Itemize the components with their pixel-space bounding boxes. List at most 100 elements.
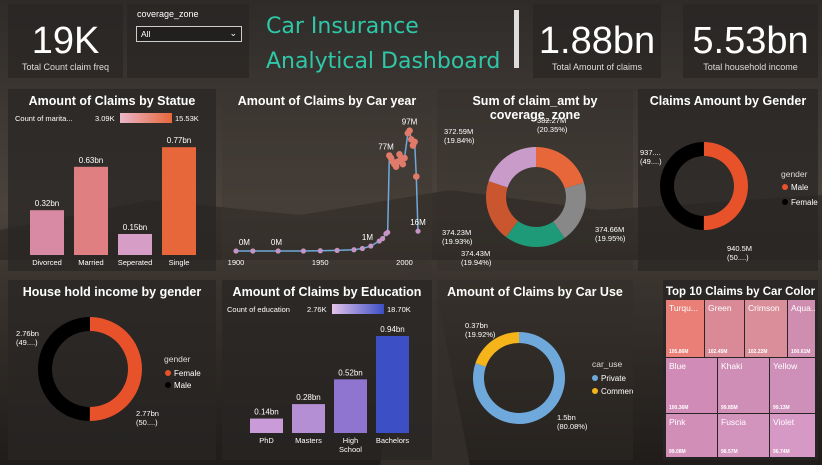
treemap-tile: Turqu... 105.86M bbox=[666, 300, 704, 357]
gender-slice bbox=[703, 142, 748, 230]
car-color-treemap: Turqu... 105.86M Green 102.45M Crimson 102.22… bbox=[666, 300, 816, 458]
zone-slice-label: (20.35%) bbox=[537, 125, 568, 134]
use-slice-label: 1.5bn bbox=[557, 413, 576, 422]
edu-data-label: 0.94bn bbox=[380, 325, 404, 334]
income-legend-title: gender bbox=[164, 354, 191, 364]
gender-slice-label: 937.... bbox=[640, 148, 661, 157]
year-annotation: 0M bbox=[239, 238, 250, 247]
dashboard-title: Car Insurance Analytical Dashboard bbox=[252, 4, 510, 78]
edu-category-label: PhD bbox=[259, 436, 274, 445]
treemap-tile-value: 100.61M bbox=[791, 349, 811, 355]
kpi-claim-count-card: 19K Total Count claim freq bbox=[8, 4, 123, 78]
kpi-household-income-card: 5.53bn Total household income bbox=[683, 4, 818, 78]
zone-slice-label: 382.27M bbox=[537, 116, 566, 125]
gender-legend-label: Male bbox=[791, 183, 809, 192]
treemap-tile-value: 98.57M bbox=[721, 449, 738, 455]
year-x-tick: 1900 bbox=[228, 258, 245, 267]
year-x-tick: 1950 bbox=[312, 258, 329, 267]
zone-slice-label: 374.23M bbox=[442, 228, 471, 237]
chart-claims-by-car-use: Amount of Claims by Car Use 1.5bn (80.08%… bbox=[437, 280, 633, 460]
treemap-tile-value: 102.22M bbox=[748, 349, 768, 355]
treemap-tile: Yellow 99.13M bbox=[770, 358, 815, 413]
income-slice bbox=[89, 317, 143, 421]
slicer-dropdown[interactable]: All ⌄ bbox=[136, 26, 242, 42]
year-point bbox=[351, 247, 357, 253]
treemap-tile: Fuscia 98.57M bbox=[718, 414, 769, 457]
statue-bar bbox=[162, 147, 196, 255]
chart-claims-by-car-year: Amount of Claims by Car year 0M 0M 1M 77M 97… bbox=[222, 89, 432, 271]
kpi-claim-count-label: Total Count claim freq bbox=[21, 62, 110, 72]
statue-category-label: Seperated bbox=[118, 258, 153, 267]
gender-slice-label: (49....) bbox=[640, 157, 662, 166]
year-point bbox=[300, 248, 307, 254]
claims-by-gender-svg: 940.5M(50....) 937....(49....) gender Male F… bbox=[640, 142, 818, 262]
claims-by-statue-svg: Count of marita... 3.09K 15.53K 0.32bn Divor… bbox=[15, 113, 199, 267]
year-x-tick: 2000 bbox=[396, 258, 413, 267]
income-slice-label: (50....) bbox=[136, 418, 158, 427]
use-legend-title: car_use bbox=[592, 359, 623, 369]
slicer-label: coverage_zone bbox=[137, 9, 199, 19]
treemap-tile-name: Violet bbox=[773, 417, 795, 427]
kpi-amount-claims-value: 1.88bn bbox=[538, 20, 656, 62]
year-point bbox=[413, 173, 420, 180]
income-slice-label: 2.77bn bbox=[136, 409, 159, 418]
dashboard-title-line1: Car Insurance bbox=[266, 14, 419, 39]
use-legend-label: Private bbox=[601, 374, 626, 383]
treemap-tile-value: 99.08M bbox=[669, 449, 686, 455]
edu-data-label: 0.14bn bbox=[254, 408, 278, 417]
income-by-gender-svg: 2.77bn(50....) 2.76bn(49....) gender Female… bbox=[16, 317, 201, 427]
year-point bbox=[399, 160, 407, 168]
title-divider bbox=[514, 10, 519, 68]
edu-bar bbox=[250, 418, 283, 433]
year-annotation: 0M bbox=[271, 238, 282, 247]
treemap-tile: Pink 99.08M bbox=[666, 414, 717, 457]
year-annotation: 97M bbox=[402, 118, 418, 127]
treemap-tile: Khaki 99.85M bbox=[718, 358, 769, 413]
zone-slice-label: 374.66M bbox=[595, 225, 624, 234]
statue-bar bbox=[74, 166, 108, 255]
statue-legend-gradient bbox=[120, 113, 172, 123]
treemap-tile-value: 105.86M bbox=[669, 349, 689, 355]
income-slice bbox=[38, 317, 90, 421]
zone-slice-label: (19.95%) bbox=[595, 234, 626, 243]
kpi-amount-claims-label: Total Amount of claims bbox=[551, 62, 643, 72]
gender-legend-marker bbox=[782, 184, 788, 190]
treemap-tile-name: Khaki bbox=[721, 361, 743, 371]
chart-sum-claim-amt-by-zone: Sum of claim_amt by coverage_zone 382.27… bbox=[437, 89, 633, 271]
gender-legend-title: gender bbox=[781, 169, 808, 179]
treemap-tile-name: Yellow bbox=[773, 361, 798, 371]
edu-legend-label: Count of education bbox=[227, 305, 290, 314]
chart-claims-by-statue: Amount of Claims by Statue Count of mari… bbox=[8, 89, 216, 271]
treemap-tile: Green 102.45M bbox=[705, 300, 744, 357]
income-slice-label: 2.76bn bbox=[16, 329, 39, 338]
income-legend-label: Male bbox=[174, 381, 192, 390]
year-point bbox=[380, 236, 386, 242]
statue-data-label: 0.15bn bbox=[123, 223, 147, 232]
statue-legend-label: Count of marita... bbox=[15, 114, 73, 123]
treemap-tile-name: Turqu... bbox=[669, 303, 698, 313]
claims-by-education-svg: Count of education 2.76K 18.70K 0.14bn PhD 0.… bbox=[227, 304, 411, 454]
income-legend-label: Female bbox=[174, 369, 201, 378]
use-legend-marker bbox=[592, 375, 598, 381]
zone-slice-label: (19.94%) bbox=[461, 258, 492, 267]
treemap-tile-value: 102.45M bbox=[708, 349, 728, 355]
chart-income-by-gender: House hold income by gender 2.77bn (50...… bbox=[8, 280, 216, 460]
year-point bbox=[334, 247, 340, 253]
edu-category-label: Masters bbox=[295, 436, 322, 445]
edu-category-label: High bbox=[343, 436, 358, 445]
treemap-tile: Crimson 102.22M bbox=[745, 300, 787, 357]
claims-by-car-year-svg: 0M 0M 1M 77M 97M 16M 1900 1950 2000 bbox=[228, 118, 426, 267]
edu-category-label: School bbox=[339, 445, 362, 454]
zone-slice-label: (19.93%) bbox=[442, 237, 473, 246]
treemap-tile: Aqua... 100.61M bbox=[788, 300, 815, 357]
edu-data-label: 0.52bn bbox=[338, 368, 362, 377]
statue-data-label: 0.77bn bbox=[167, 136, 191, 145]
statue-data-label: 0.63bn bbox=[79, 156, 103, 165]
zone-slice-label: (19.84%) bbox=[444, 136, 475, 145]
year-point bbox=[368, 243, 374, 249]
treemap-tile: Blue 100.36M bbox=[666, 358, 717, 413]
use-legend-label: Commercial bbox=[601, 387, 633, 396]
use-slice-label: (19.92%) bbox=[465, 330, 496, 339]
claims-by-car-use-svg: 1.5bn(80.08%) 0.37bn(19.92%) car_use Privat… bbox=[465, 321, 633, 431]
zone-slice-label: 374.43M bbox=[461, 249, 490, 258]
